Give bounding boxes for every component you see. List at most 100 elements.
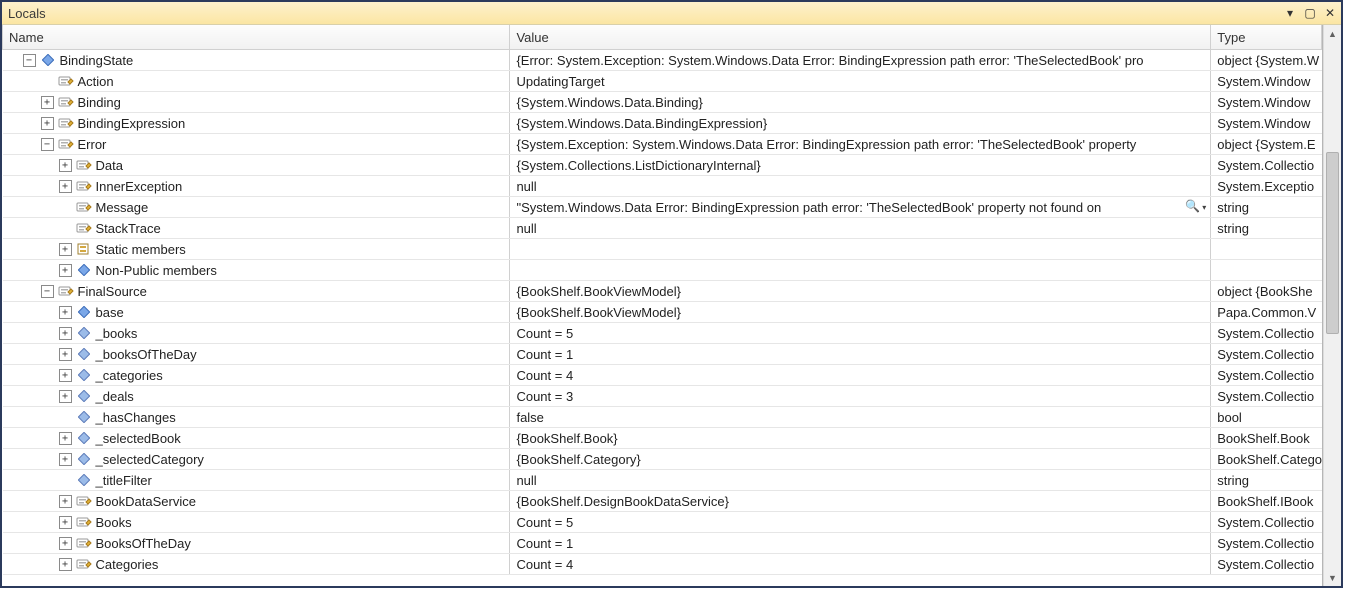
prop-icon [76, 199, 92, 215]
expand-icon[interactable]: + [41, 117, 54, 130]
row-type: System.Exceptio [1211, 176, 1322, 197]
row-name: BookDataService [96, 494, 196, 509]
prop-icon [76, 157, 92, 173]
expand-icon[interactable]: + [59, 495, 72, 508]
row-value: Count = 5 [516, 326, 573, 341]
prop-icon [76, 556, 92, 572]
row-name: _books [96, 326, 138, 341]
table-row[interactable]: +_booksOfTheDayCount = 1System.Collectio [3, 344, 1322, 365]
row-name: BindingExpression [78, 116, 186, 131]
row-type: System.Collectio [1211, 533, 1322, 554]
table-row[interactable]: StackTracenullstring [3, 218, 1322, 239]
scroll-thumb[interactable] [1326, 152, 1339, 334]
column-header-value[interactable]: Value [510, 25, 1211, 50]
expand-icon[interactable]: + [59, 348, 72, 361]
row-value: {System.Collections.ListDictionaryIntern… [516, 158, 760, 173]
row-name: Books [96, 515, 132, 530]
row-name: _titleFilter [96, 473, 152, 488]
row-value: {System.Windows.Data.BindingExpression} [516, 116, 767, 131]
expand-icon[interactable]: + [59, 264, 72, 277]
table-row[interactable]: +Data{System.Collections.ListDictionaryI… [3, 155, 1322, 176]
maximize-icon[interactable]: ▢ [1303, 6, 1317, 20]
row-type: System.Window [1211, 92, 1322, 113]
row-type: System.Collectio [1211, 386, 1322, 407]
row-name: Message [96, 200, 149, 215]
row-type: System.Collectio [1211, 344, 1322, 365]
table-row[interactable]: +CategoriesCount = 4System.Collectio [3, 554, 1322, 575]
row-type: BookShelf.Catego [1211, 449, 1322, 470]
table-row[interactable]: +_categoriesCount = 4System.Collectio [3, 365, 1322, 386]
table-row[interactable]: +base{BookShelf.BookViewModel}Papa.Commo… [3, 302, 1322, 323]
table-row[interactable]: −BindingState{Error: System.Exception: S… [3, 50, 1322, 71]
row-value: {System.Exception: System.Windows.Data E… [516, 137, 1136, 152]
row-name: _selectedCategory [96, 452, 204, 467]
expand-icon[interactable]: + [59, 369, 72, 382]
table-row[interactable]: + BindingExpression {System.Windows.Data.B… [3, 113, 1322, 134]
row-type: object {System.E [1211, 134, 1322, 155]
column-header-type[interactable]: Type [1211, 25, 1322, 50]
field-icon [76, 472, 92, 488]
collapse-icon[interactable]: − [41, 138, 54, 151]
column-header-name[interactable]: Name [3, 25, 510, 50]
row-value: UpdatingTarget [516, 74, 604, 89]
row-type [1211, 260, 1322, 281]
row-type: System.Collectio [1211, 323, 1322, 344]
row-type: object {BookShe [1211, 281, 1322, 302]
expand-icon[interactable]: + [59, 537, 72, 550]
row-type: object {System.W [1211, 50, 1322, 71]
row-value: "System.Windows.Data Error: BindingExpre… [516, 200, 1101, 215]
expand-icon[interactable]: + [59, 453, 72, 466]
scroll-up-icon[interactable]: ▲ [1324, 25, 1341, 42]
table-row[interactable]: +BooksOfTheDayCount = 1System.Collectio [3, 533, 1322, 554]
diamond-blue-icon [76, 262, 92, 278]
row-type: BookShelf.Book [1211, 428, 1322, 449]
window-menu-icon[interactable]: ▾ [1283, 6, 1297, 20]
visualizer-icon[interactable]: 🔍▾ [1185, 199, 1206, 213]
table-row[interactable]: +InnerExceptionnullSystem.Exceptio [3, 176, 1322, 197]
table-row[interactable]: + Static members [3, 239, 1322, 260]
table-row[interactable]: +Binding{System.Windows.Data.Binding}Sys… [3, 92, 1322, 113]
expand-icon[interactable]: + [59, 432, 72, 445]
expand-icon[interactable]: + [59, 327, 72, 340]
collapse-icon[interactable]: − [41, 285, 54, 298]
table-row[interactable]: +_selectedCategory{BookShelf.Category}Bo… [3, 449, 1322, 470]
row-name: Categories [96, 557, 159, 572]
row-name: base [96, 305, 124, 320]
window-controls: ▾ ▢ ✕ [1283, 6, 1337, 20]
table-row[interactable]: _hasChangesfalsebool [3, 407, 1322, 428]
expand-icon[interactable]: + [59, 390, 72, 403]
table-row[interactable]: + _books Count = 5 System.Collectio [3, 323, 1322, 344]
table-row[interactable]: ActionUpdatingTargetSystem.Window [3, 71, 1322, 92]
table-row[interactable]: +_selectedBook{BookShelf.Book}BookShelf.… [3, 428, 1322, 449]
table-row[interactable]: _titleFilternullstring [3, 470, 1322, 491]
row-type: string [1211, 197, 1322, 218]
table-row[interactable]: −Error{System.Exception: System.Windows.… [3, 134, 1322, 155]
expand-icon[interactable]: + [59, 180, 72, 193]
expand-icon[interactable]: + [59, 243, 72, 256]
vertical-scrollbar[interactable]: ▲ ▼ [1323, 25, 1341, 586]
scroll-track[interactable] [1324, 42, 1341, 569]
expand-icon[interactable]: + [59, 558, 72, 571]
prop-icon [58, 283, 74, 299]
expand-icon[interactable]: + [41, 96, 54, 109]
collapse-icon[interactable]: − [23, 54, 36, 67]
row-value: Count = 1 [516, 536, 573, 551]
expand-icon[interactable]: + [59, 516, 72, 529]
table-row[interactable]: Message "System.Windows.Data Error: Bindi… [3, 197, 1322, 218]
table-row[interactable]: +BookDataService{BookShelf.DesignBookDat… [3, 491, 1322, 512]
expand-icon[interactable]: + [59, 159, 72, 172]
row-type: Papa.Common.V [1211, 302, 1322, 323]
row-name: FinalSource [78, 284, 147, 299]
prop-icon [58, 73, 74, 89]
table-row[interactable]: +BooksCount = 5System.Collectio [3, 512, 1322, 533]
close-icon[interactable]: ✕ [1323, 6, 1337, 20]
row-name: Non-Public members [96, 263, 217, 278]
table-row[interactable]: +_dealsCount = 3System.Collectio [3, 386, 1322, 407]
table-row[interactable]: −FinalSource{BookShelf.BookViewModel}obj… [3, 281, 1322, 302]
scroll-down-icon[interactable]: ▼ [1324, 569, 1341, 586]
prop-icon [58, 115, 74, 131]
row-name: Static members [96, 242, 186, 257]
expander-placeholder [59, 411, 72, 424]
expand-icon[interactable]: + [59, 306, 72, 319]
table-row[interactable]: + Non-Public members [3, 260, 1322, 281]
